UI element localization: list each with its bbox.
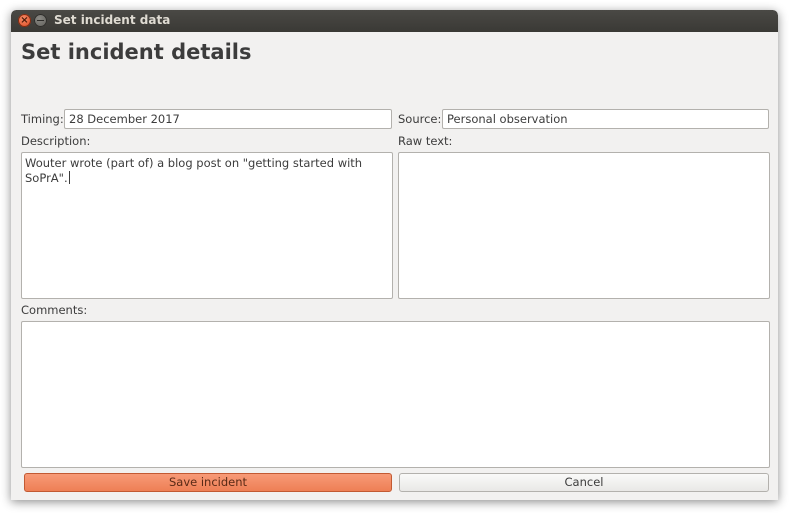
timing-field[interactable]: 28 December 2017 — [64, 109, 392, 129]
description-value: Wouter wrote (part of) a blog post on "g… — [25, 156, 363, 185]
source-value: Personal observation — [447, 112, 568, 126]
save-incident-button[interactable]: Save incident — [24, 473, 392, 492]
description-textarea[interactable]: Wouter wrote (part of) a blog post on "g… — [21, 152, 393, 299]
raw-text-textarea[interactable] — [398, 152, 770, 299]
text-caret — [68, 171, 70, 184]
window-title: Set incident data — [54, 13, 171, 27]
title-bar[interactable]: × Set incident data — [11, 10, 778, 32]
raw-text-label: Raw text: — [398, 134, 453, 148]
source-field[interactable]: Personal observation — [442, 109, 769, 129]
minimize-icon[interactable] — [34, 14, 47, 27]
page-title: Set incident details — [21, 40, 252, 64]
close-icon[interactable]: × — [18, 14, 31, 27]
timing-label: Timing: — [21, 112, 64, 126]
source-label: Source: — [398, 112, 442, 126]
comments-textarea[interactable] — [21, 321, 770, 468]
incident-dialog-window: × Set incident data Set incident details… — [11, 10, 778, 500]
timing-value: 28 December 2017 — [69, 112, 180, 126]
description-label: Description: — [21, 134, 91, 148]
cancel-button[interactable]: Cancel — [399, 473, 769, 492]
comments-label: Comments: — [21, 303, 88, 317]
